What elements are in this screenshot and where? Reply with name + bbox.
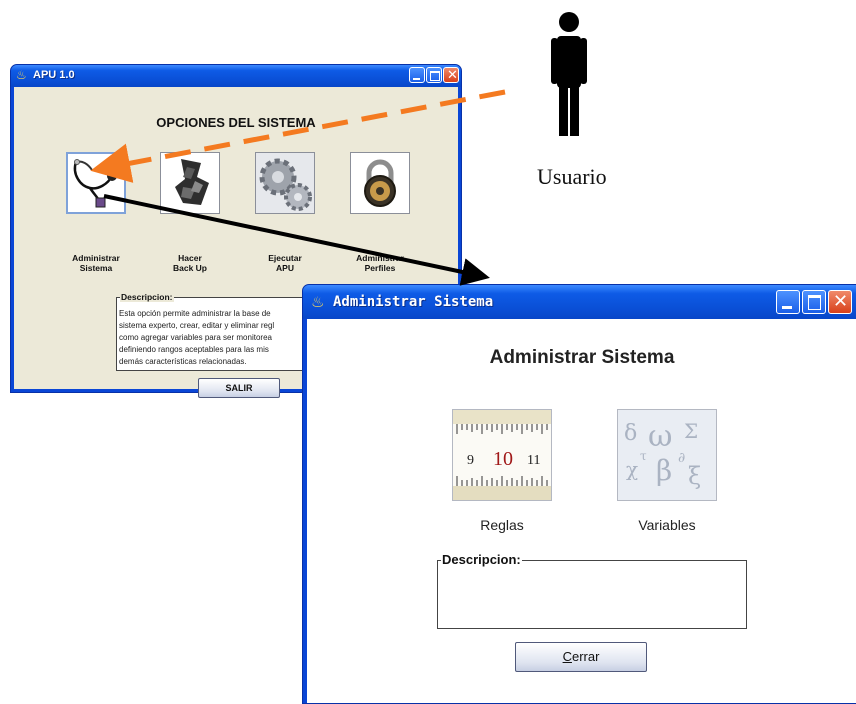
navigation-arrow xyxy=(103,194,490,286)
arrows-overlay xyxy=(90,89,506,286)
dashed-user-arrow xyxy=(90,89,506,183)
